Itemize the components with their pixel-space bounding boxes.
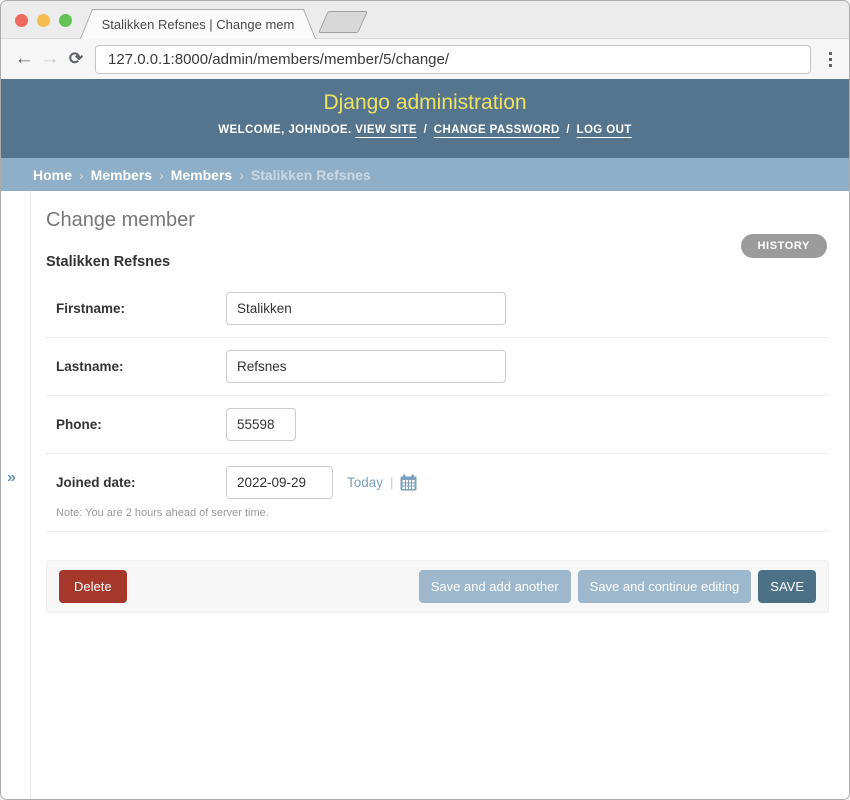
today-link[interactable]: Today [347,475,383,490]
timezone-note: Note: You are 2 hours ahead of server ti… [56,507,829,519]
browser-menu-icon[interactable] [821,46,839,72]
save-button[interactable]: SAVE [758,570,816,603]
address-bar[interactable]: 127.0.0.1:8000/admin/members/member/5/ch… [95,45,811,74]
minimize-window-icon[interactable] [37,14,50,27]
new-tab-button[interactable] [318,11,368,33]
nav-sidebar-strip: » [1,191,31,799]
phone-label: Phone: [56,417,226,432]
url-text: 127.0.0.1:8000/admin/members/member/5/ch… [108,51,449,68]
breadcrumb: Home › Members › Members › Stalikken Ref… [1,158,849,191]
form-row-firstname: Firstname: [46,280,829,338]
breadcrumb-members-model[interactable]: Members [171,167,232,183]
joined-date-label: Joined date: [56,475,226,490]
form-row-joined-date: Joined date: Today | [46,454,829,532]
history-button[interactable]: HISTORY [741,234,828,258]
link-separator: / [566,124,570,136]
browser-toolbar: ← → ⟳ 127.0.0.1:8000/admin/members/membe… [1,39,849,79]
browser-tab[interactable]: Stalikken Refsnes | Change mem [95,9,301,39]
breadcrumb-home[interactable]: Home [33,167,72,183]
lastname-field[interactable] [226,350,506,383]
save-add-another-button[interactable]: Save and add another [419,570,571,603]
firstname-label: Firstname: [56,301,226,316]
forward-icon: → [37,46,63,72]
reload-icon[interactable]: ⟳ [63,46,89,72]
close-window-icon[interactable] [15,14,28,27]
lastname-label: Lastname: [56,359,226,374]
delete-button[interactable]: Delete [59,570,127,603]
tab-title: Stalikken Refsnes | Change mem [102,17,295,32]
phone-field[interactable] [226,408,296,441]
form-row-lastname: Lastname: [46,338,829,396]
back-icon[interactable]: ← [11,46,37,72]
save-button-group: Save and add another Save and continue e… [419,570,816,603]
breadcrumb-separator: › [159,167,164,183]
maximize-window-icon[interactable] [59,14,72,27]
change-form: Firstname: Lastname: Phone: Joined date:… [46,280,829,532]
main-content: Change member HISTORY Stalikken Refsnes … [31,191,849,799]
object-name: Stalikken Refsnes [46,254,829,270]
welcome-text: WELCOME, [218,124,284,136]
username: JOHNDOE [288,124,348,136]
user-tools: WELCOME, JOHNDOE. VIEW SITE / CHANGE PAS… [1,124,849,136]
admin-header: Django administration WELCOME, JOHNDOE. … [1,79,849,158]
logout-link[interactable]: LOG OUT [577,124,632,136]
sidebar-toggle-icon[interactable]: » [7,469,16,487]
breadcrumb-separator: › [239,167,244,183]
tab-strip: Stalikken Refsnes | Change mem [1,1,849,39]
page-content: » Change member HISTORY Stalikken Refsne… [1,191,849,799]
breadcrumb-members-app[interactable]: Members [91,167,152,183]
breadcrumb-current: Stalikken Refsnes [251,167,371,183]
save-continue-button[interactable]: Save and continue editing [578,570,752,603]
date-shortcuts: Today | [347,474,417,491]
submit-row: Delete Save and add another Save and con… [46,560,829,613]
breadcrumb-separator: › [79,167,84,183]
firstname-field[interactable] [226,292,506,325]
calendar-icon[interactable] [400,474,417,491]
joined-date-field[interactable] [226,466,333,499]
change-password-link[interactable]: CHANGE PASSWORD [434,124,560,136]
shortcut-separator: | [390,475,393,490]
page-title: Change member [46,209,829,232]
site-title[interactable]: Django administration [323,91,526,115]
window-controls [15,14,72,27]
view-site-link[interactable]: VIEW SITE [355,124,417,136]
form-row-phone: Phone: [46,396,829,454]
browser-window: Stalikken Refsnes | Change mem ← → ⟳ 127… [0,0,850,800]
link-separator: / [424,124,428,136]
